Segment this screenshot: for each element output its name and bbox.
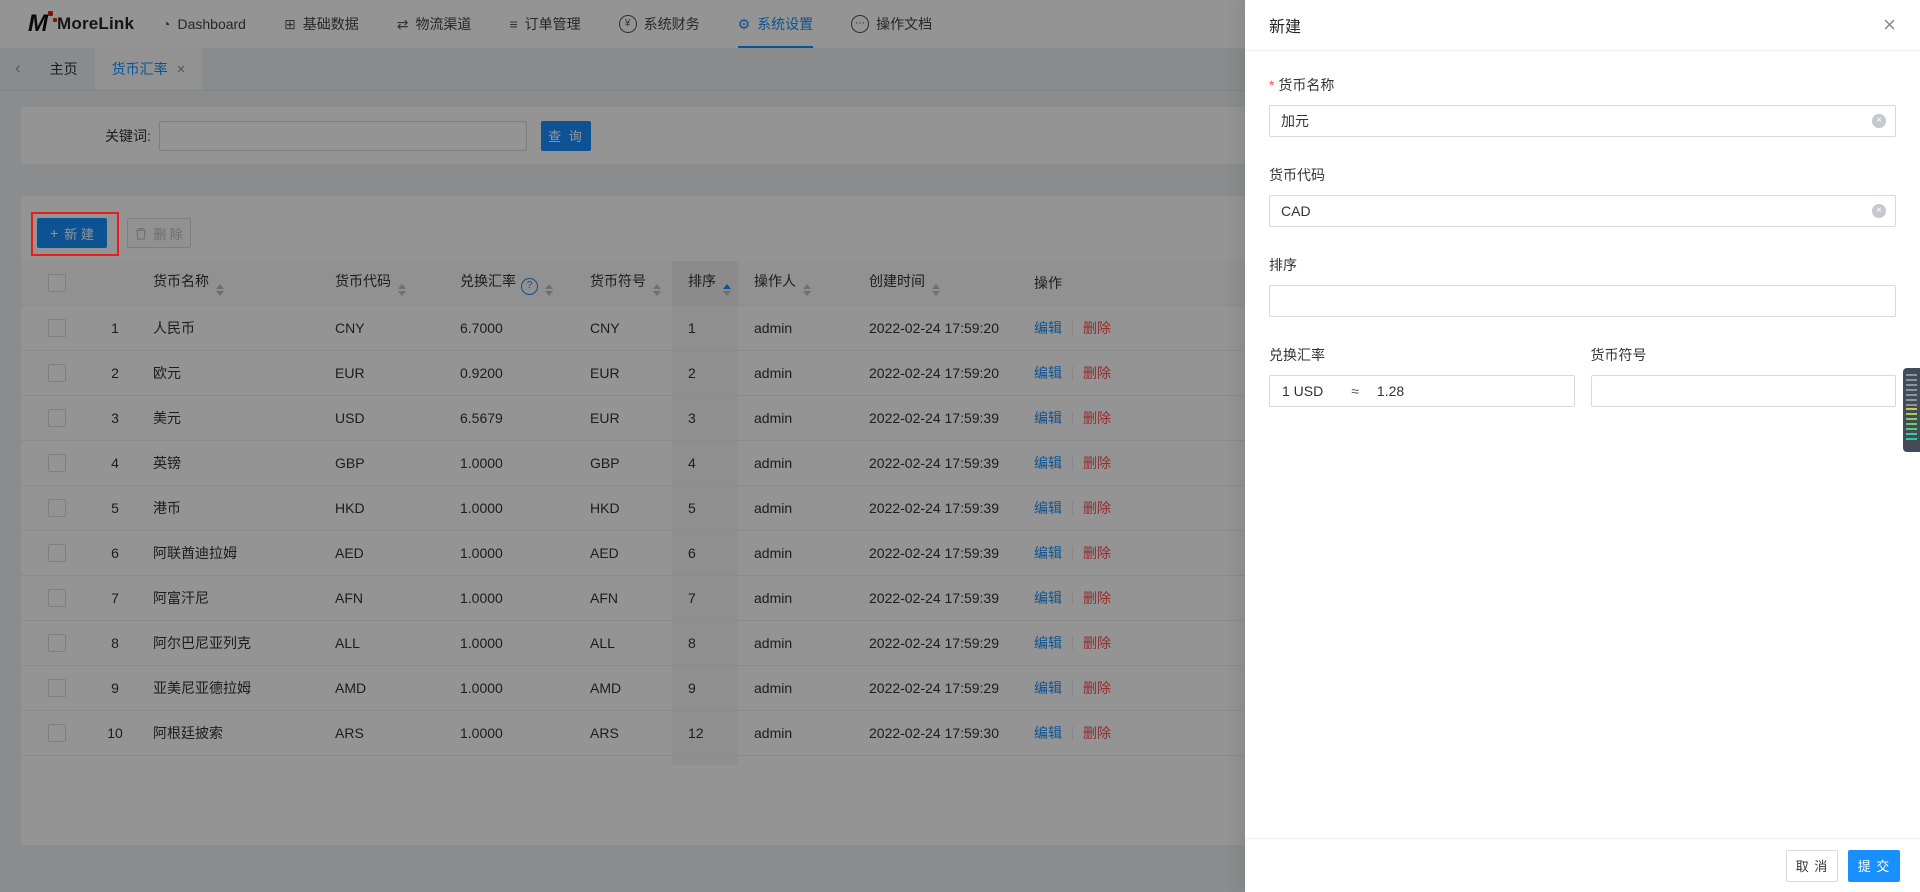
clear-input-icon[interactable]: × [1872,204,1886,218]
field-currency-symbol: 货币符号 [1590,345,1896,407]
currency-symbol-input[interactable] [1590,375,1896,407]
currency-code-label: 货币代码 [1269,167,1325,183]
approx-icon: ≈ [1351,383,1359,399]
cancel-button[interactable]: 取 消 [1786,849,1838,882]
field-sort-order: 排序 [1269,255,1896,317]
exchange-rate-label: 兑换汇率 [1269,347,1325,363]
scroll-indicator-gradient-stripes [1906,408,1917,440]
clear-input-icon[interactable]: × [1872,114,1886,128]
rate-prefix: 1 USD [1282,383,1324,399]
currency-name-input[interactable] [1269,105,1896,137]
drawer-title: 新建 [1269,19,1302,36]
currency-code-input[interactable] [1269,195,1896,227]
exchange-rate-input[interactable]: 1 USD ≈ 1.28 [1269,375,1575,407]
drawer-header: 新建 × [1245,0,1920,51]
create-currency-drawer: 新建 × 货币名称 × 货币代码 × 排序 兑换汇率 [1245,0,1920,892]
currency-symbol-label: 货币符号 [1590,347,1647,363]
drawer-close-icon[interactable]: × [1883,14,1896,36]
sort-order-label: 排序 [1269,257,1297,273]
drawer-body: 货币名称 × 货币代码 × 排序 兑换汇率 1 USD [1245,51,1920,435]
scroll-indicator-widget[interactable] [1903,368,1920,452]
sort-order-input[interactable] [1269,285,1896,317]
field-currency-name: 货币名称 × [1269,75,1896,137]
submit-button[interactable]: 提 交 [1848,849,1900,882]
field-exchange-rate: 兑换汇率 1 USD ≈ 1.28 [1269,345,1575,407]
field-currency-code: 货币代码 × [1269,165,1896,227]
drawer-footer: 取 消 提 交 [1245,838,1920,892]
scroll-indicator-stripes [1906,374,1917,408]
rate-value: 1.28 [1376,383,1405,399]
currency-name-label: 货币名称 [1269,75,1896,95]
